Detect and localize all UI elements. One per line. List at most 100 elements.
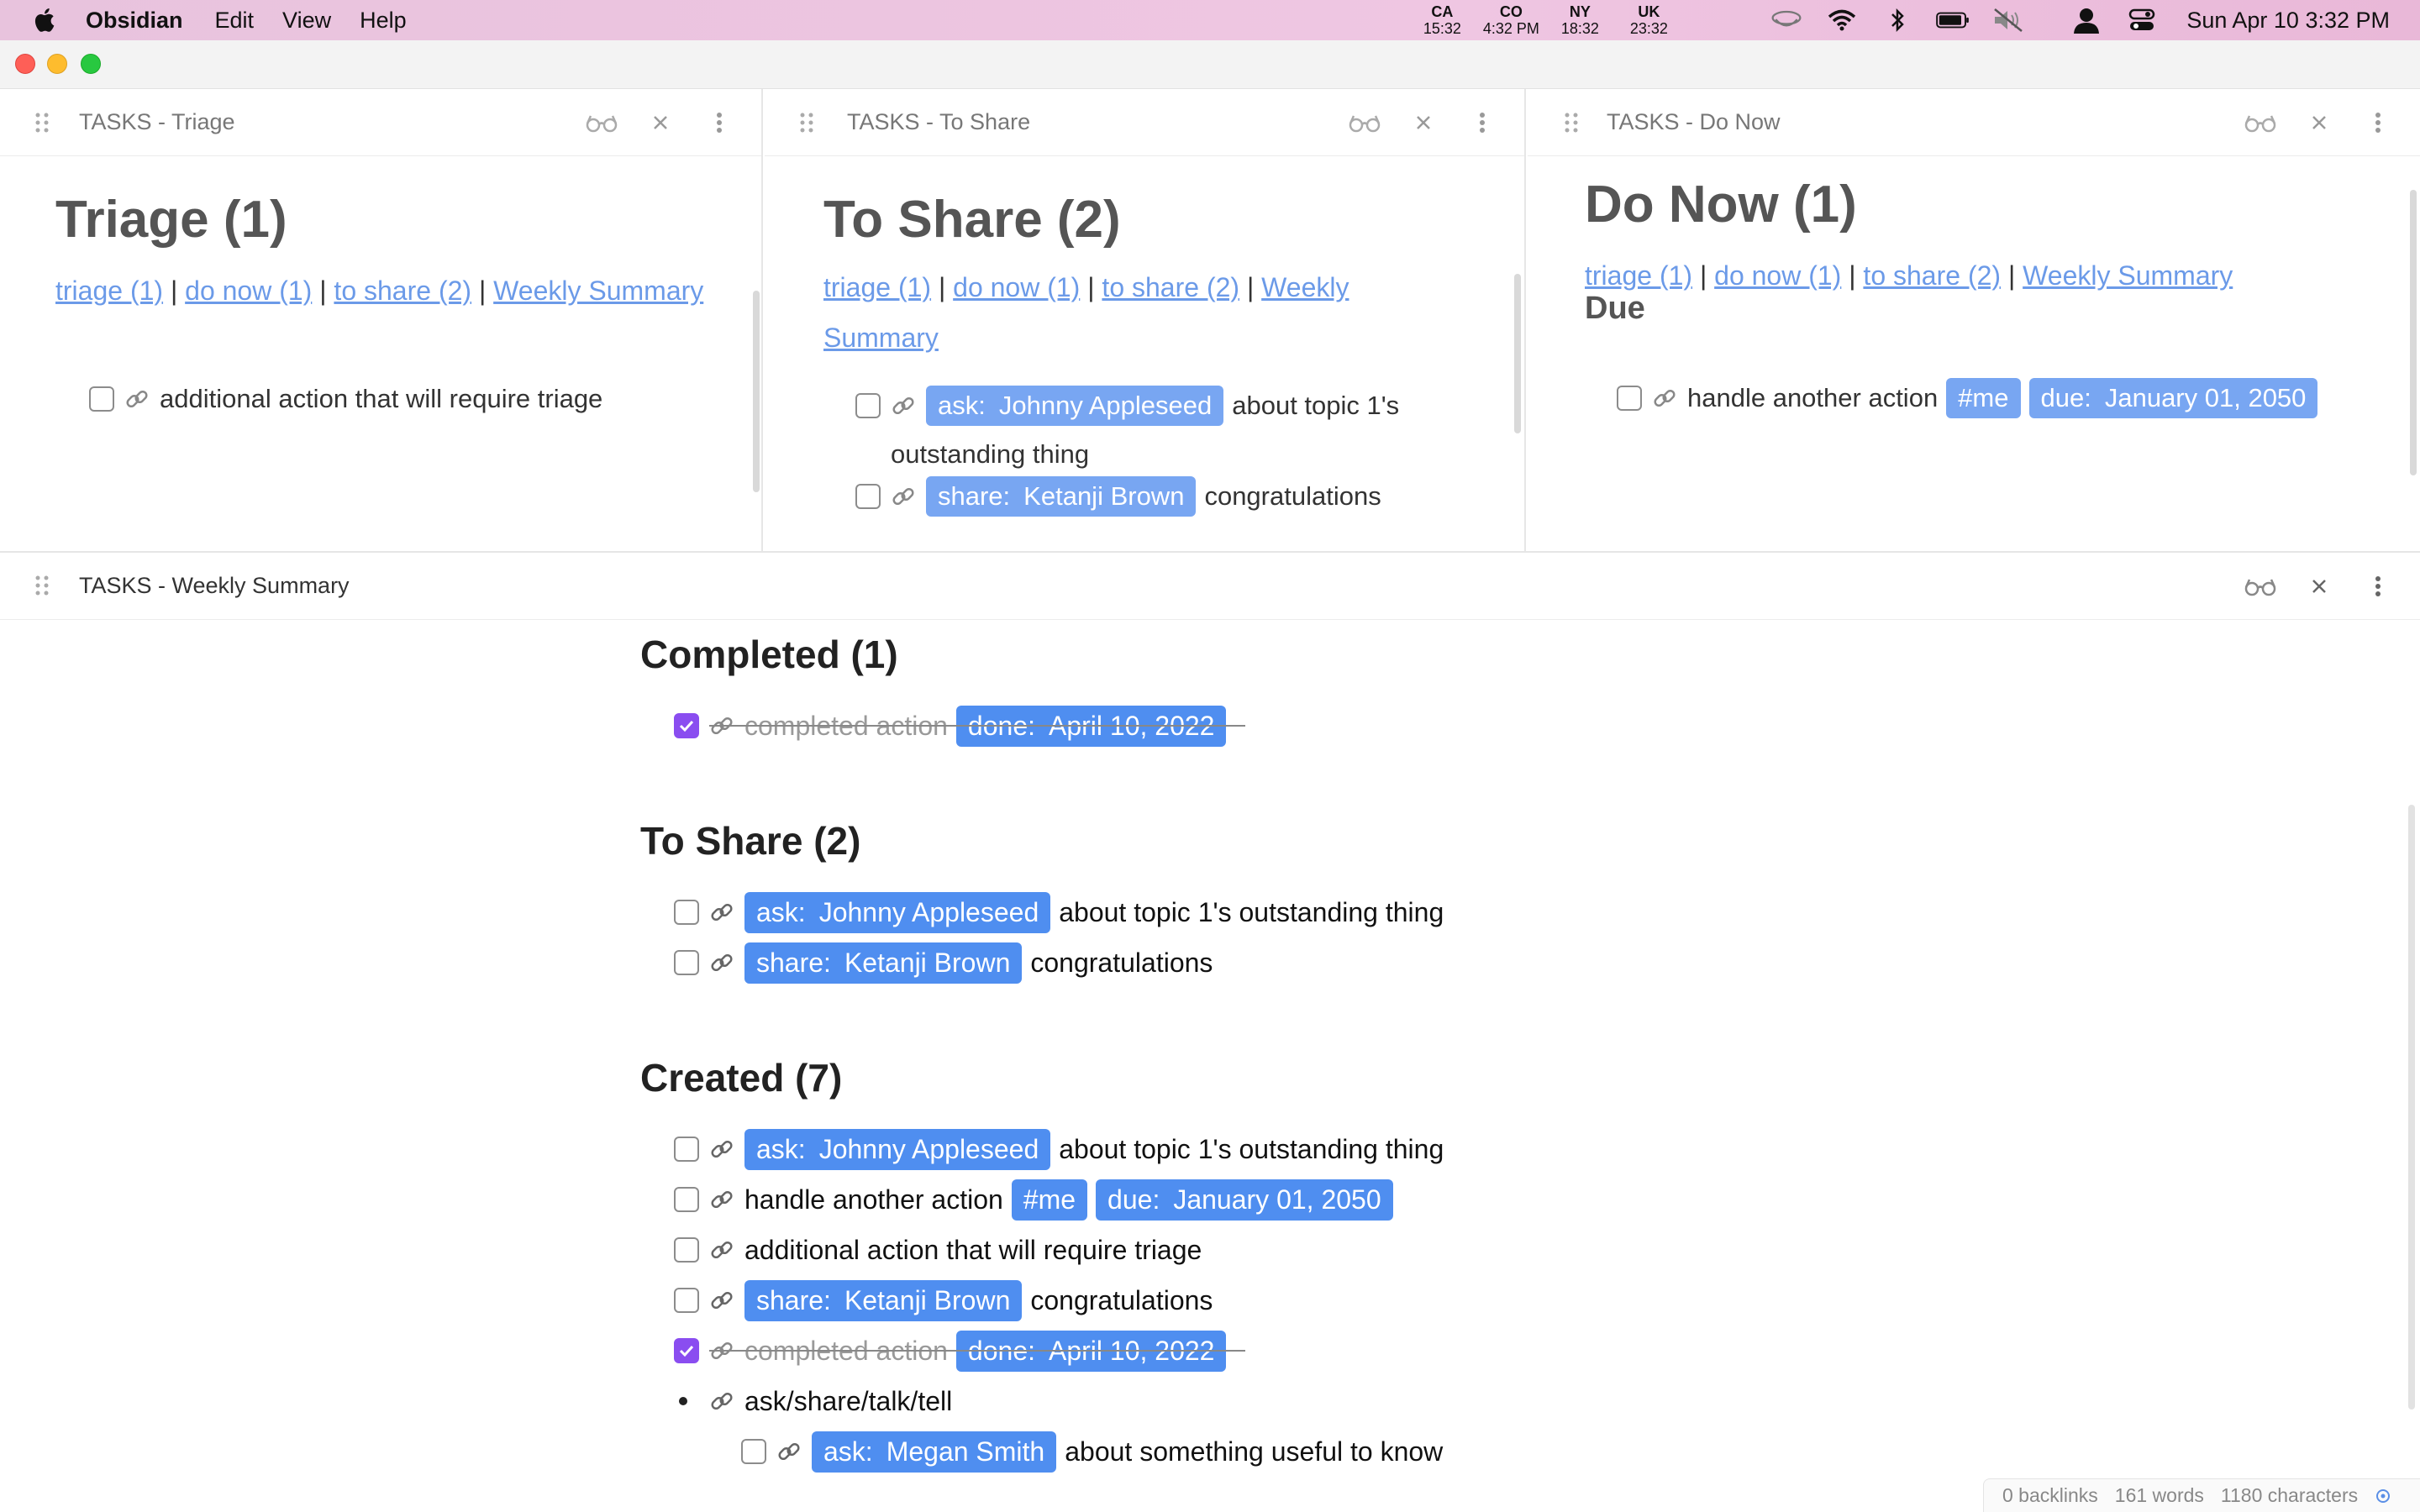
- task-checkbox[interactable]: [674, 1288, 699, 1313]
- link-weekly-summary[interactable]: Weekly Summary: [2023, 260, 2233, 291]
- menu-view[interactable]: View: [282, 8, 331, 34]
- world-clock-uk[interactable]: UK 23:32: [1614, 3, 1683, 37]
- menu-edit[interactable]: Edit: [215, 8, 255, 34]
- link-icon[interactable]: [709, 1187, 734, 1212]
- reading-view-icon[interactable]: [2244, 571, 2277, 601]
- link-icon[interactable]: [709, 900, 734, 925]
- link-icon[interactable]: [891, 393, 916, 418]
- battery-icon[interactable]: [1936, 6, 1970, 34]
- task-checkbox[interactable]: [89, 386, 114, 412]
- scrollbar[interactable]: [1514, 274, 1521, 433]
- task-checkbox[interactable]: [1617, 386, 1642, 411]
- world-clock-ny[interactable]: NY 18:32: [1545, 3, 1614, 37]
- drag-handle-icon[interactable]: [798, 112, 815, 134]
- task-checkbox[interactable]: [855, 393, 881, 418]
- world-clock-ca[interactable]: CA 15:32: [1407, 3, 1476, 37]
- link-triage[interactable]: triage (1): [1585, 260, 1692, 291]
- close-icon[interactable]: [2302, 571, 2336, 601]
- link-weekly-summary[interactable]: Weekly: [1261, 272, 1349, 302]
- world-clock-co[interactable]: CO 4:32 PM: [1476, 3, 1545, 37]
- person-tag[interactable]: ask: Megan Smith: [812, 1431, 1057, 1473]
- reading-view-icon[interactable]: [585, 108, 618, 138]
- link-do-now[interactable]: do now (1): [1714, 260, 1841, 291]
- scrollbar[interactable]: [753, 291, 760, 492]
- pane-title[interactable]: TASKS - Weekly Summary: [79, 573, 350, 599]
- drag-handle-icon[interactable]: [34, 112, 50, 134]
- menubar-status-area: CA 15:32 CO 4:32 PM NY 18:32 UK 23:32 Sun Ap…: [1407, 0, 2420, 40]
- due-date-tag[interactable]: due: January 01, 2050: [2028, 378, 2318, 418]
- link-triage[interactable]: triage (1): [823, 272, 931, 302]
- task-checkbox[interactable]: [674, 1187, 699, 1212]
- link-icon[interactable]: [709, 1237, 734, 1263]
- person-tag[interactable]: ask: Johnny Appleseed: [744, 1128, 1051, 1170]
- window-zoom-button[interactable]: [81, 54, 101, 74]
- reading-view-icon[interactable]: [1348, 108, 1381, 138]
- hashtag[interactable]: #me: [1011, 1179, 1088, 1221]
- apple-icon[interactable]: [30, 5, 60, 35]
- link-icon[interactable]: [1652, 386, 1677, 411]
- task-checkbox[interactable]: [674, 950, 699, 975]
- bluetooth-icon[interactable]: [1881, 6, 1914, 34]
- pane-title[interactable]: TASKS - Triage: [79, 109, 235, 135]
- backlinks-count[interactable]: 0 backlinks: [2002, 1484, 2098, 1507]
- link-to-share[interactable]: to share (2): [1102, 272, 1239, 302]
- more-options-icon[interactable]: [2361, 108, 2395, 138]
- link-icon[interactable]: [891, 484, 916, 509]
- link-icon[interactable]: [709, 1288, 734, 1313]
- wifi-icon[interactable]: [1825, 6, 1859, 34]
- window-close-button[interactable]: [15, 54, 35, 74]
- menubar-datetime[interactable]: Sun Apr 10 3:32 PM: [2186, 8, 2390, 34]
- close-icon[interactable]: [2302, 108, 2336, 138]
- task-text: handle another action: [1687, 383, 1939, 412]
- sync-status-icon[interactable]: [2375, 1488, 2391, 1504]
- link-weekly-summary-cont[interactable]: Summary: [823, 323, 939, 353]
- window-minimize-button[interactable]: [47, 54, 67, 74]
- link-do-now[interactable]: do now (1): [185, 276, 312, 306]
- reading-view-icon[interactable]: [2244, 108, 2277, 138]
- scrollbar[interactable]: [2408, 805, 2415, 1410]
- coffee-cup-icon[interactable]: [1770, 6, 1803, 34]
- pane-header-do-now: TASKS - Do Now: [1528, 89, 2420, 156]
- link-icon[interactable]: [776, 1439, 802, 1464]
- link-triage[interactable]: triage (1): [55, 276, 163, 306]
- menu-app-obsidian[interactable]: Obsidian: [86, 8, 183, 34]
- due-date-tag[interactable]: due: January 01, 2050: [1096, 1179, 1393, 1221]
- link-icon[interactable]: [124, 386, 150, 412]
- task-item: additional action that will require tria…: [89, 374, 611, 424]
- task-checkbox-checked[interactable]: [674, 713, 699, 738]
- task-checkbox[interactable]: [674, 1137, 699, 1162]
- drag-handle-icon[interactable]: [34, 575, 50, 596]
- task-text: congratulations: [1204, 481, 1381, 511]
- link-do-now[interactable]: do now (1): [953, 272, 1080, 302]
- link-icon[interactable]: [709, 1389, 734, 1414]
- task-checkbox-checked[interactable]: [674, 1338, 699, 1363]
- link-to-share[interactable]: to share (2): [334, 276, 471, 306]
- speaker-muted-icon[interactable]: [1991, 6, 2025, 34]
- more-options-icon[interactable]: [2361, 571, 2395, 601]
- control-center-icon[interactable]: [2125, 6, 2159, 34]
- task-checkbox[interactable]: [855, 484, 881, 509]
- menu-help[interactable]: Help: [360, 8, 407, 34]
- task-checkbox[interactable]: [674, 900, 699, 925]
- person-tag[interactable]: ask: Johnny Appleseed: [744, 891, 1051, 933]
- pane-title[interactable]: TASKS - To Share: [847, 109, 1030, 135]
- user-account-icon[interactable]: [2070, 6, 2103, 34]
- link-icon[interactable]: [709, 950, 734, 975]
- pane-title[interactable]: TASKS - Do Now: [1607, 109, 1781, 135]
- person-tag[interactable]: share: Ketanji Brown: [744, 1279, 1023, 1321]
- hashtag[interactable]: #me: [1946, 378, 2021, 418]
- drag-handle-icon[interactable]: [1563, 112, 1580, 134]
- person-tag[interactable]: share: Ketanji Brown: [744, 942, 1023, 984]
- close-icon[interactable]: [1407, 108, 1440, 138]
- more-options-icon[interactable]: [702, 108, 736, 138]
- more-options-icon[interactable]: [1465, 108, 1499, 138]
- link-weekly-summary[interactable]: Weekly Summary: [493, 276, 703, 306]
- task-checkbox[interactable]: [741, 1439, 766, 1464]
- link-icon[interactable]: [709, 1137, 734, 1162]
- scrollbar[interactable]: [2410, 190, 2417, 475]
- task-checkbox[interactable]: [674, 1237, 699, 1263]
- close-icon[interactable]: [644, 108, 677, 138]
- link-to-share[interactable]: to share (2): [1863, 260, 2001, 291]
- person-tag[interactable]: share: Ketanji Brown: [926, 476, 1197, 517]
- person-tag[interactable]: ask: Johnny Appleseed: [926, 386, 1224, 426]
